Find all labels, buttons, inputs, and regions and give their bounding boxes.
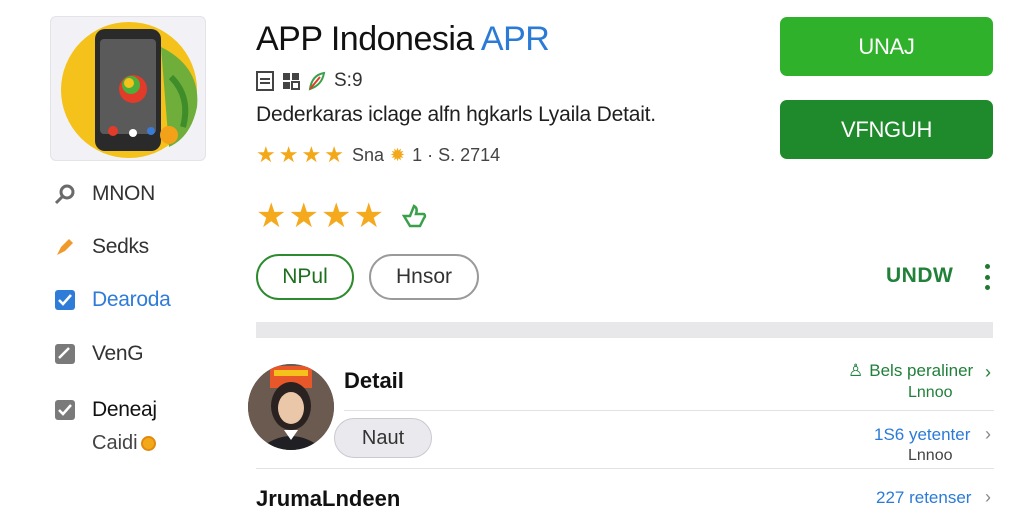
row-sub: Lnnoo (908, 447, 953, 464)
chevron-right-icon[interactable]: › (985, 487, 991, 508)
section-label: JrumaLndeen (256, 486, 401, 511)
hnsor-button[interactable]: Hnsor (369, 254, 479, 300)
grid-icon (282, 72, 300, 90)
search-icon (52, 181, 78, 207)
app-icon (50, 16, 206, 161)
checkbox-icon (52, 287, 78, 313)
sidebar-item-dearoda[interactable]: Dearoda (52, 286, 171, 314)
rating-count: 1 · S. 2714 (412, 144, 501, 165)
more-vert-icon[interactable] (980, 262, 994, 292)
sidebar-item-veng[interactable]: VenG (52, 340, 144, 368)
list-item[interactable]: ♙ Bels peraliner (848, 361, 973, 381)
rating-label: Sna (351, 144, 384, 165)
star-icon: ★ (320, 197, 352, 235)
star-icon: ★ (324, 142, 344, 167)
star-icon: ★ (288, 197, 319, 235)
sidebar-item-deneaj[interactable]: Deneaj (52, 396, 157, 424)
sidebar-extra[interactable]: Caidi (92, 432, 156, 455)
app-description: Dederkaras iclage alfn hgkarls Lyaila De… (256, 103, 656, 126)
primary-button[interactable]: UNAJ (780, 17, 993, 76)
title-main: APP Indonesia (256, 20, 474, 58)
sidebar-item-label: VenG (92, 342, 144, 365)
sidebar-item-sedks[interactable]: Sedks (52, 233, 149, 261)
row-main[interactable]: 227 retenser (876, 488, 971, 508)
coin-icon (140, 436, 156, 451)
small-rating: ★ ★ ★ ★ Sna ✹ 1 · S. 2714 (256, 142, 500, 168)
row-main[interactable]: 1S6 yetenter (874, 425, 970, 445)
chevron-right-icon[interactable]: › (985, 362, 991, 383)
star-icon: ★ (278, 142, 299, 167)
meta-row: S:9 (256, 68, 363, 94)
sidebar-item-label: Deneaj (92, 398, 157, 421)
npul-button[interactable]: NPul (256, 254, 354, 300)
big-rating[interactable]: ★ ★ ★ ★ (256, 198, 428, 234)
page-title: APP Indonesia APR (256, 20, 550, 59)
star-icon: ★ (256, 197, 287, 235)
detail-label: Detail (344, 368, 404, 393)
thumb-icon[interactable] (400, 202, 428, 230)
avatar[interactable] (248, 364, 334, 450)
sidebar-extra-label: Caidi (92, 432, 138, 454)
secondary-button[interactable]: VFNGUH (780, 100, 993, 159)
star-icon: ★ (301, 142, 322, 167)
row-divider (256, 468, 994, 469)
star-icon: ★ (256, 142, 276, 167)
checkbox-icon (52, 397, 78, 423)
sun-icon: ✹ (389, 144, 406, 165)
sidebar-item-mnon[interactable]: MNON (52, 180, 155, 208)
person-icon: ♙ (848, 361, 864, 380)
edit-icon (52, 341, 78, 367)
star-icon: ★ (353, 197, 384, 235)
sidebar-item-label: Dearoda (92, 288, 171, 311)
document-icon (256, 71, 274, 91)
chevron-right-icon[interactable]: › (985, 424, 991, 445)
undw-link[interactable]: UNDW (886, 264, 953, 288)
pencil-icon (52, 234, 78, 260)
meta-value: S:9 (334, 70, 363, 91)
sidebar-item-label: MNON (92, 182, 155, 205)
section-divider (256, 322, 993, 338)
row-divider (344, 410, 994, 411)
leaf-icon (308, 71, 326, 91)
row-main: Bels peraliner (869, 361, 974, 380)
sidebar-item-label: Sedks (92, 235, 149, 258)
title-accent: APR (480, 20, 550, 58)
row-sub: Lnnoo (908, 384, 953, 401)
naut-button[interactable]: Naut (334, 418, 432, 458)
